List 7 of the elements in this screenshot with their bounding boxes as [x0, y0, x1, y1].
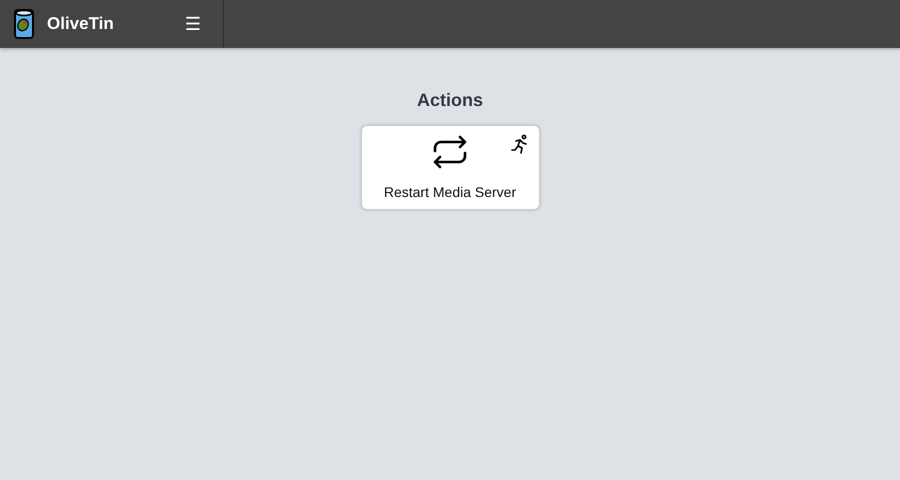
section-title: Actions [416, 90, 483, 111]
menu-button[interactable]: ☰ [184, 14, 201, 34]
logo-icon [13, 8, 35, 40]
repeat-icon [432, 134, 468, 170]
running-person-icon [510, 134, 530, 154]
action-button[interactable]: Restart Media Server [360, 125, 540, 210]
app-title: OliveTin [47, 14, 115, 34]
